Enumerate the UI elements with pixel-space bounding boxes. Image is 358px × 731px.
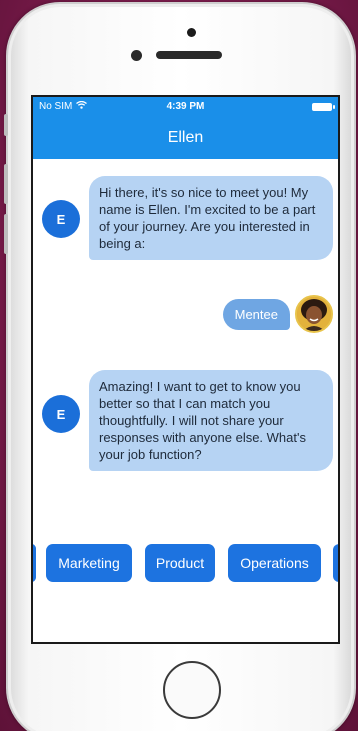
- home-button[interactable]: [163, 661, 221, 719]
- user-message-text: Mentee: [234, 307, 278, 322]
- bot-message-bubble: Amazing! I want to get to know you bette…: [89, 370, 333, 471]
- quick-reply-partial-left[interactable]: [33, 544, 36, 582]
- earpiece-speaker: [156, 51, 222, 59]
- battery-icon: [312, 102, 335, 111]
- quick-reply-partial-right[interactable]: [333, 544, 338, 582]
- front-camera: [131, 50, 142, 61]
- quick-reply-row[interactable]: Marketing Product Operations: [33, 544, 338, 582]
- mute-switch: [4, 114, 8, 136]
- user-avatar: [295, 295, 333, 333]
- bot-avatar-initial: E: [56, 406, 66, 422]
- bot-message-text: Amazing! I want to get to know you bette…: [99, 379, 306, 462]
- bot-avatar-initial: E: [56, 211, 66, 227]
- bot-avatar: E: [42, 395, 80, 433]
- conversation-title: Ellen: [167, 128, 204, 146]
- user-photo-icon: [297, 297, 331, 331]
- clock: 4:39 PM: [166, 101, 205, 112]
- app-screen: No SIM 4:39 PM Ellen E Hi there, it's so…: [31, 95, 340, 644]
- volume-down-button: [4, 214, 8, 254]
- bot-message-bubble: Hi there, it's so nice to meet you! My n…: [89, 176, 333, 260]
- nav-bar: Ellen: [33, 116, 338, 159]
- quick-reply-operations[interactable]: Operations: [228, 544, 321, 582]
- quick-reply-product[interactable]: Product: [145, 544, 215, 582]
- bot-message-text: Hi there, it's so nice to meet you! My n…: [99, 185, 316, 251]
- camera-dot: [187, 28, 196, 37]
- bot-avatar: E: [42, 200, 80, 238]
- status-bar: No SIM 4:39 PM: [33, 97, 338, 116]
- user-message-bubble: Mentee: [222, 299, 290, 330]
- volume-up-button: [4, 164, 8, 204]
- chat-area[interactable]: E Hi there, it's so nice to meet you! My…: [33, 159, 338, 642]
- quick-reply-marketing[interactable]: Marketing: [46, 544, 132, 582]
